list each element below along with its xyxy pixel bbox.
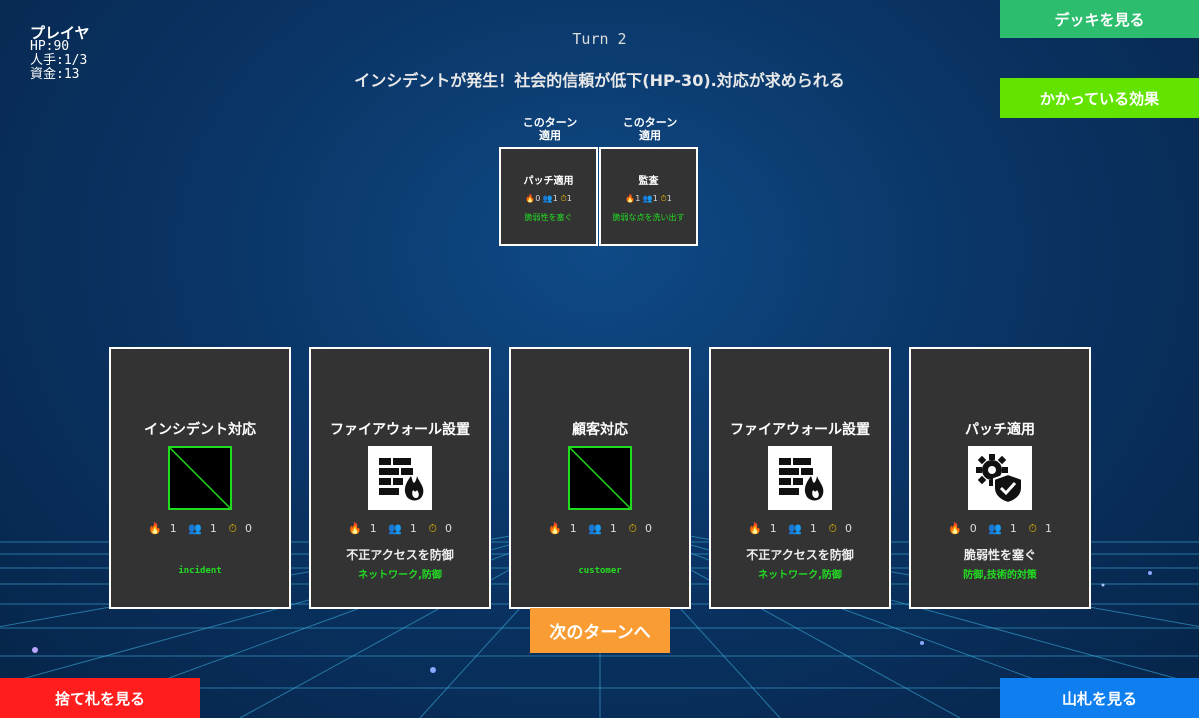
workers-value: 1 [1009,522,1017,535]
workers-value: 1 [609,522,617,535]
applied-card-desc: 脆弱性を塞ぐ [524,213,573,222]
next-turn-button[interactable]: 次のターンへ [530,608,670,653]
gear-shield-icon [968,446,1032,510]
placeholder-image-icon [568,446,632,510]
card-description [111,546,289,562]
clock-icon: ⏱ [828,522,837,535]
applied-label: このターン 適用 [600,116,700,142]
applied-label-line2: 適用 [639,129,661,142]
hand-card-firewall[interactable]: ファイアウォール設置 🔥 1 👥 1 ⏱ 0 不正アクセスを防御 ネットワーク,防御 [309,347,491,609]
card-title: インシデント対応 [144,422,256,438]
hand-card-incident-response[interactable]: インシデント対応 🔥 1 👥 1 ⏱ 0 incident [109,347,291,609]
applied-label-line1: このターン [522,116,578,129]
fire-icon: 🔥 [748,522,762,535]
card-description: 不正アクセスを防御 [346,548,454,562]
applied-card-stats: 🔥1 👥1 ⏱1 [601,194,696,204]
placeholder-image-icon [168,446,232,510]
card-stats: 🔥 1 👥 1 ⏱ 0 [511,522,689,536]
time-value: 1 [666,194,672,203]
people-icon: 👥 [388,522,402,535]
view-discard-button[interactable]: 捨て札を見る [0,678,200,718]
applied-card-title: 監査 [638,176,659,187]
fire-icon: 🔥 [348,522,362,535]
card-title: パッチ適用 [965,422,1035,438]
hand-card-patch[interactable]: パッチ適用 🔥 0 👥 1 ⏱ 1 脆弱性を塞ぐ 防御,技術的対策 [909,347,1091,609]
view-deck-button[interactable]: デッキを見る [1000,0,1199,38]
time-value: 1 [566,194,572,203]
fire-icon: 🔥 [948,522,962,535]
clock-icon: ⏱ [628,522,637,535]
applied-card-audit[interactable]: 監査 🔥1 👥1 ⏱1 脆弱な点を洗い出す [599,147,698,246]
applied-card-patch[interactable]: パッチ適用 🔥0 👥1 ⏱1 脆弱性を塞ぐ [499,147,598,246]
fire-icon: 🔥 [525,194,536,203]
card-title: ファイアウォール設置 [730,422,870,438]
applied-card-title: パッチ適用 [523,176,574,187]
card-tags: customer [578,566,622,576]
people-icon: 👥 [188,522,202,535]
card-tags: 防御,技術的対策 [963,570,1037,581]
time-value: 0 [445,522,452,535]
card-stats: 🔥 1 👥 1 ⏱ 0 [111,522,289,536]
card-title: 顧客対応 [572,422,628,438]
people-icon: 👥 [988,522,1002,535]
firewall-icon [768,446,832,510]
time-value: 0 [645,522,652,535]
applied-label-line1: このターン [622,116,678,129]
player-workers: 人手:1/3 [30,53,88,68]
card-description: 不正アクセスを防御 [746,548,854,562]
active-effects-button[interactable]: かかっている効果 [1000,78,1199,118]
applied-card-desc: 脆弱な点を洗い出す [612,213,685,222]
card-stats: 🔥 0 👥 1 ⏱ 1 [911,522,1089,536]
workers-value: 1 [209,522,217,535]
hand-card-firewall[interactable]: ファイアウォール設置 🔥 1 👥 1 ⏱ 0 不正アクセスを防御 ネットワーク,防御 [709,347,891,609]
workers-value: 1 [409,522,417,535]
people-icon: 👥 [642,194,653,203]
card-tags: incident [178,566,222,576]
clock-icon: ⏱ [428,522,437,535]
card-stats: 🔥 1 👥 1 ⏱ 0 [311,522,489,536]
cost-value: 1 [169,522,177,535]
people-icon: 👥 [788,522,802,535]
fire-icon: 🔥 [548,522,562,535]
people-icon: 👥 [542,194,553,203]
applied-label: このターン 適用 [500,116,600,142]
card-tags: ネットワーク,防御 [358,570,442,581]
fire-icon: 🔥 [625,194,636,203]
clock-icon: ⏱ [228,522,237,535]
card-tags: ネットワーク,防御 [758,570,842,581]
view-draw-pile-button[interactable]: 山札を見る [1000,678,1199,718]
cost-value: 1 [769,522,777,535]
cost-value: 0 [535,194,541,203]
people-icon: 👥 [588,522,602,535]
card-stats: 🔥 1 👥 1 ⏱ 0 [711,522,889,536]
time-value: 0 [845,522,852,535]
cost-value: 1 [635,194,641,203]
applied-label-line2: 適用 [539,129,561,142]
workers-value: 1 [809,522,817,535]
cost-value: 1 [369,522,377,535]
workers-value: 1 [652,194,658,203]
cost-value: 0 [969,522,977,535]
cost-value: 1 [569,522,577,535]
card-description [511,546,689,562]
time-value: 1 [1045,522,1052,535]
clock-icon: ⏱ [1028,522,1037,535]
fire-icon: 🔥 [148,522,162,535]
hand-card-customer-response[interactable]: 顧客対応 🔥 1 👥 1 ⏱ 0 customer [509,347,691,609]
card-title: ファイアウォール設置 [330,422,470,438]
applied-card-stats: 🔥0 👥1 ⏱1 [501,194,596,204]
firewall-icon [368,446,432,510]
time-value: 0 [245,522,252,535]
workers-value: 1 [552,194,558,203]
card-description: 脆弱性を塞ぐ [963,548,1036,562]
